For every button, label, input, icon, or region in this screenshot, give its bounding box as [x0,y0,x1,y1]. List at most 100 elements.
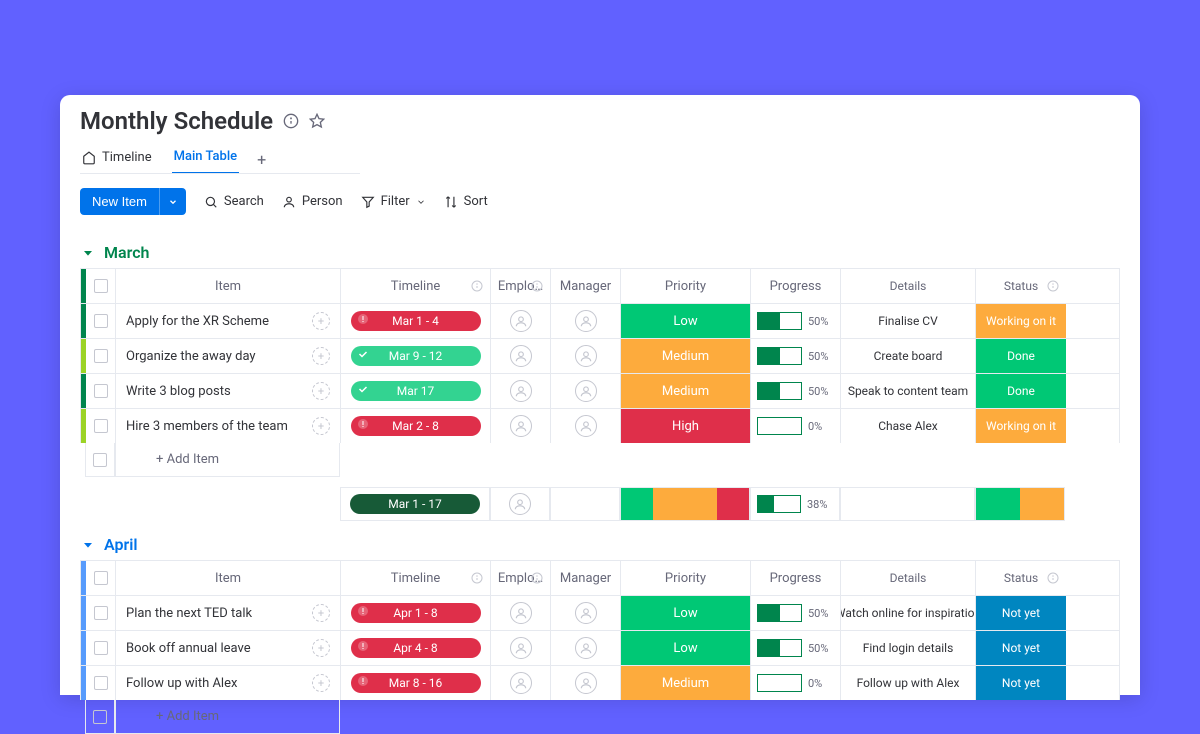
select-all-checkbox[interactable] [86,561,116,595]
manager-cell[interactable] [551,304,621,338]
item-cell[interactable]: Hire 3 members of the team+ [116,409,341,443]
add-subitem-icon[interactable]: + [312,604,330,622]
star-icon[interactable] [309,113,325,129]
col-item[interactable]: Item [116,269,341,303]
progress-cell[interactable]: 0% [751,409,841,443]
progress-cell[interactable]: 50% [751,596,841,630]
item-cell[interactable]: Apply for the XR Scheme+ [116,304,341,338]
add-subitem-icon[interactable]: + [312,382,330,400]
col-progress[interactable]: Progress [751,561,841,595]
status-cell[interactable]: Not yet [976,596,1066,630]
col-item[interactable]: Item [116,561,341,595]
status-cell[interactable]: Done [976,339,1066,373]
col-progress[interactable]: Progress [751,269,841,303]
add-subitem-icon[interactable]: + [312,674,330,692]
details-cell[interactable]: Speak to content team [841,374,976,408]
manager-cell[interactable] [551,339,621,373]
progress-cell[interactable]: 0% [751,666,841,700]
priority-cell[interactable]: Low [621,631,751,665]
col-details[interactable]: Details [841,561,976,595]
info-icon[interactable] [530,279,544,293]
employee-cell[interactable] [491,304,551,338]
row-checkbox[interactable] [86,339,116,373]
info-icon[interactable] [470,571,484,585]
info-icon[interactable] [1046,571,1060,585]
timeline-cell[interactable]: Mar 1 - 4 [341,304,491,338]
avatar-empty-icon[interactable] [510,310,532,332]
employee-cell[interactable] [491,631,551,665]
timeline-cell[interactable]: Mar 2 - 8 [341,409,491,443]
row-checkbox[interactable] [86,666,116,700]
info-icon[interactable] [283,113,299,129]
search-button[interactable]: Search [204,194,264,209]
col-timeline[interactable]: Timeline [341,561,491,595]
person-filter-button[interactable]: Person [282,194,343,209]
new-item-dropdown[interactable] [159,188,186,215]
row-checkbox[interactable] [85,700,115,734]
employee-cell[interactable] [491,666,551,700]
row-checkbox[interactable] [85,443,115,477]
timeline-cell[interactable]: Mar 8 - 16 [341,666,491,700]
row-checkbox[interactable] [86,304,116,338]
item-cell[interactable]: Book off annual leave+ [116,631,341,665]
progress-cell[interactable]: 50% [751,631,841,665]
row-checkbox[interactable] [86,374,116,408]
new-item-button[interactable]: New Item [80,188,159,215]
status-cell[interactable]: Not yet [976,666,1066,700]
avatar-empty-icon[interactable] [575,672,597,694]
manager-cell[interactable] [551,596,621,630]
col-manager[interactable]: Manager [551,561,621,595]
progress-cell[interactable]: 50% [751,374,841,408]
info-icon[interactable] [1046,279,1060,293]
filter-button[interactable]: Filter [361,194,426,209]
avatar-empty-icon[interactable] [575,637,597,659]
item-cell[interactable]: Organize the away day+ [116,339,341,373]
manager-cell[interactable] [551,409,621,443]
avatar-empty-icon[interactable] [510,637,532,659]
details-cell[interactable]: Find login details [841,631,976,665]
col-details[interactable]: Details [841,269,976,303]
col-priority[interactable]: Priority [621,269,751,303]
manager-cell[interactable] [551,374,621,408]
status-cell[interactable]: Working on it [976,409,1066,443]
timeline-cell[interactable]: Apr 1 - 8 [341,596,491,630]
details-cell[interactable]: Chase Alex [841,409,976,443]
avatar-empty-icon[interactable] [575,345,597,367]
row-checkbox[interactable] [86,409,116,443]
timeline-cell[interactable]: Mar 17 [341,374,491,408]
avatar-empty-icon[interactable] [575,415,597,437]
col-priority[interactable]: Priority [621,561,751,595]
add-view-button[interactable]: + [257,150,266,169]
employee-cell[interactable] [491,374,551,408]
employee-cell[interactable] [491,339,551,373]
timeline-cell[interactable]: Apr 4 - 8 [341,631,491,665]
progress-cell[interactable]: 50% [751,339,841,373]
group-header[interactable]: April [80,535,1120,554]
col-employee[interactable]: Emplo… [491,561,551,595]
col-timeline[interactable]: Timeline [341,269,491,303]
details-cell[interactable]: Follow up with Alex [841,666,976,700]
add-subitem-icon[interactable]: + [312,417,330,435]
avatar-empty-icon[interactable] [575,310,597,332]
item-cell[interactable]: Plan the next TED talk+ [116,596,341,630]
priority-cell[interactable]: Medium [621,374,751,408]
avatar-empty-icon[interactable] [575,380,597,402]
row-checkbox[interactable] [86,596,116,630]
priority-cell[interactable]: Low [621,596,751,630]
add-subitem-icon[interactable]: + [312,639,330,657]
avatar-empty-icon[interactable] [510,602,532,624]
details-cell[interactable]: Create board [841,339,976,373]
details-cell[interactable]: Finalise CV [841,304,976,338]
tab-timeline[interactable]: Timeline [80,146,154,173]
details-cell[interactable]: Watch online for inspiration [841,596,976,630]
progress-cell[interactable]: 50% [751,304,841,338]
col-status[interactable]: Status [976,269,1066,303]
status-cell[interactable]: Working on it [976,304,1066,338]
avatar-empty-icon[interactable] [509,493,531,515]
avatar-empty-icon[interactable] [510,380,532,402]
avatar-empty-icon[interactable] [575,602,597,624]
avatar-empty-icon[interactable] [510,345,532,367]
group-header[interactable]: March [80,243,1120,262]
info-icon[interactable] [470,279,484,293]
priority-cell[interactable]: Low [621,304,751,338]
